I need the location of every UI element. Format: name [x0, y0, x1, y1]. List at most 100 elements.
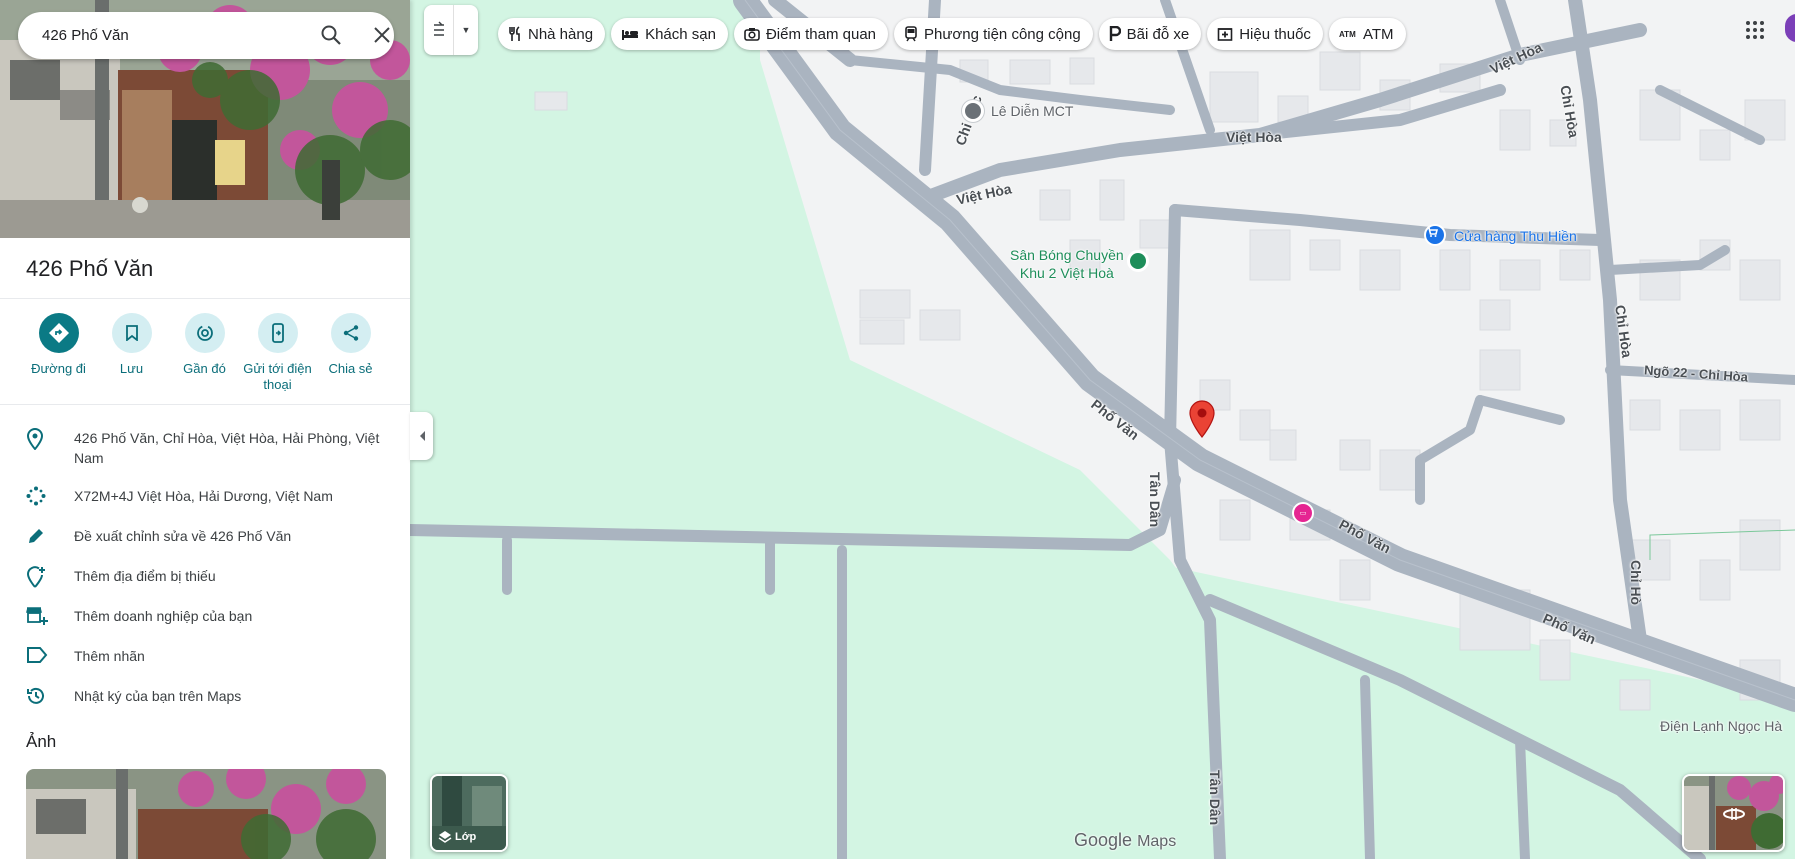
poi-label-line: Khu 2 Việt Hoà	[1019, 265, 1114, 281]
layers-label-text: Lớp	[455, 831, 477, 843]
chip-label: Bãi đỗ xe	[1126, 25, 1190, 43]
atm-marker-icon[interactable]: ▭	[1292, 502, 1314, 524]
layers-button[interactable]: Lớp	[430, 774, 508, 852]
map-type-toggle[interactable]: ▼	[424, 5, 478, 55]
photo-thumbnail-image	[26, 769, 386, 859]
poi-label-dien-lanh[interactable]: Điện Lạnh Ngọc Hà	[1660, 718, 1782, 734]
chip-label: Hiệu thuốc	[1239, 25, 1311, 43]
nearby-button[interactable]: Gần đó	[168, 313, 241, 393]
divider	[0, 298, 410, 299]
shop-cart-icon[interactable]	[1424, 224, 1446, 246]
category-chips: Nhà hàng Khách sạn Điểm tham quan Phương…	[498, 18, 1406, 50]
bookmark-icon	[111, 313, 152, 353]
apps-grid-icon[interactable]	[1745, 20, 1765, 45]
pharmacy-icon	[1217, 28, 1233, 41]
label-icon	[26, 646, 48, 669]
street-view-button[interactable]	[1682, 774, 1785, 852]
rotate-360-icon	[1722, 804, 1746, 829]
place-title: 426 Phố Văn	[26, 256, 154, 281]
road-label: Tân Dân	[1207, 770, 1223, 826]
edit-pencil-icon	[26, 526, 46, 551]
plus-code-row[interactable]: X72M+4J Việt Hòa, Hải Dương, Việt Nam	[0, 486, 410, 510]
chevron-down-icon[interactable]: ▼	[454, 5, 478, 55]
add-business-text: Thêm doanh nghiệp của bạn	[74, 608, 253, 624]
place-hero-photo[interactable]	[0, 0, 410, 238]
location-pin-icon	[26, 428, 44, 455]
terrain-icon[interactable]	[424, 5, 454, 55]
send-to-phone-button[interactable]: Gửi tới điện thoại	[241, 313, 314, 393]
plus-code-text: X72M+4J Việt Hòa, Hải Dương, Việt Nam	[74, 488, 333, 504]
directions-button[interactable]: Đường đi	[22, 313, 95, 393]
transit-icon	[905, 26, 917, 42]
hotel-icon	[622, 30, 639, 40]
close-icon[interactable]	[372, 25, 392, 50]
chip-label: Điểm tham quan	[765, 25, 877, 43]
save-button[interactable]: Lưu	[95, 313, 168, 393]
road-label: Tân Dân	[1147, 472, 1163, 528]
address-text: 426 Phố Văn, Chỉ Hòa, Việt Hòa, Hải Phòn…	[74, 430, 380, 466]
chip-attractions[interactable]: Điểm tham quan	[733, 18, 889, 50]
add-business-row[interactable]: Thêm doanh nghiệp của bạn	[0, 606, 410, 630]
suggest-edit-text: Đề xuất chỉnh sửa về 426 Phố Văn	[74, 528, 292, 544]
poi-label-le-dien[interactable]: Lê Diễn MCT	[991, 103, 1073, 119]
chip-pharmacy[interactable]: Hiệu thuốc	[1207, 18, 1323, 50]
add-business-icon	[26, 606, 48, 631]
atm-icon: ATM	[1339, 30, 1356, 39]
divider	[0, 404, 410, 405]
maps-history-row[interactable]: Nhật ký của bạn trên Maps	[0, 686, 410, 710]
plus-code-icon	[26, 486, 46, 511]
action-label: Lưu	[119, 361, 144, 376]
search-input[interactable]	[42, 27, 292, 44]
svg-text:ATM: ATM	[1339, 30, 1356, 39]
photo-thumbnail[interactable]	[26, 769, 386, 859]
park-marker-icon[interactable]	[1127, 250, 1149, 272]
share-button[interactable]: Chia sẻ	[314, 313, 387, 393]
road-label: Chỉ Hò	[1628, 560, 1644, 606]
add-missing-place-row[interactable]: Thêm địa điểm bị thiếu	[0, 566, 410, 590]
chevron-left-icon	[419, 431, 425, 441]
logo-google-text: Google	[1074, 830, 1133, 850]
directions-icon	[38, 313, 79, 353]
restaurant-icon	[509, 26, 520, 41]
action-label: Đường đi	[31, 361, 86, 376]
logo-maps-text: Maps	[1137, 833, 1177, 850]
poi-label-line: Sân Bóng Chuyền	[1010, 247, 1124, 263]
place-side-panel: 426 Phố Văn Đường đi Lưu Gần đó	[0, 0, 410, 859]
poi-label-cua-hang[interactable]: Cửa hàng Thu Hiền	[1454, 228, 1577, 244]
parking-icon	[1109, 26, 1121, 41]
maps-history-text: Nhật ký của bạn trên Maps	[74, 688, 242, 704]
action-label: Gần đó	[183, 361, 226, 376]
chip-hotel[interactable]: Khách sạn	[611, 18, 728, 50]
place-actions: Đường đi Lưu Gần đó Gửi tới điện thoại C…	[22, 313, 387, 393]
collapse-panel-button[interactable]	[410, 412, 433, 460]
send-to-phone-icon	[257, 313, 298, 353]
road-label: Việt Hòa	[1226, 129, 1282, 145]
history-icon	[26, 686, 46, 711]
share-icon	[330, 313, 371, 353]
nearby-icon	[184, 313, 225, 353]
poi-marker-icon[interactable]	[962, 100, 984, 122]
chip-parking[interactable]: Bãi đỗ xe	[1098, 18, 1202, 50]
action-label: Gửi tới điện thoại	[243, 361, 312, 392]
add-place-icon	[26, 566, 46, 593]
photos-heading: Ảnh	[26, 732, 57, 751]
add-label-text: Thêm nhãn	[74, 648, 145, 664]
chip-label: Phương tiện công cộng	[924, 25, 1081, 43]
add-missing-place-text: Thêm địa điểm bị thiếu	[74, 568, 216, 584]
chip-label: ATM	[1362, 25, 1394, 43]
chip-label: Nhà hàng	[528, 25, 594, 43]
address-row[interactable]: 426 Phố Văn, Chỉ Hòa, Việt Hòa, Hải Phòn…	[0, 428, 410, 472]
camera-icon	[744, 28, 760, 41]
chip-restaurant[interactable]: Nhà hàng	[498, 18, 606, 50]
layers-label: Lớp	[438, 830, 476, 844]
suggest-edit-row[interactable]: Đề xuất chỉnh sửa về 426 Phố Văn	[0, 526, 410, 550]
chip-atm[interactable]: ATM ATM	[1328, 18, 1406, 50]
search-box[interactable]	[18, 12, 394, 59]
layers-icon	[438, 831, 452, 843]
add-label-row[interactable]: Thêm nhãn	[0, 646, 410, 670]
google-maps-logo: Google Maps	[1074, 830, 1176, 851]
chip-label: Khách sạn	[645, 25, 716, 43]
poi-label-san-bong[interactable]: Sân Bóng Chuyền Khu 2 Việt Hoà	[1010, 246, 1124, 282]
chip-transit[interactable]: Phương tiện công cộng	[894, 18, 1093, 50]
search-icon[interactable]	[320, 24, 342, 51]
